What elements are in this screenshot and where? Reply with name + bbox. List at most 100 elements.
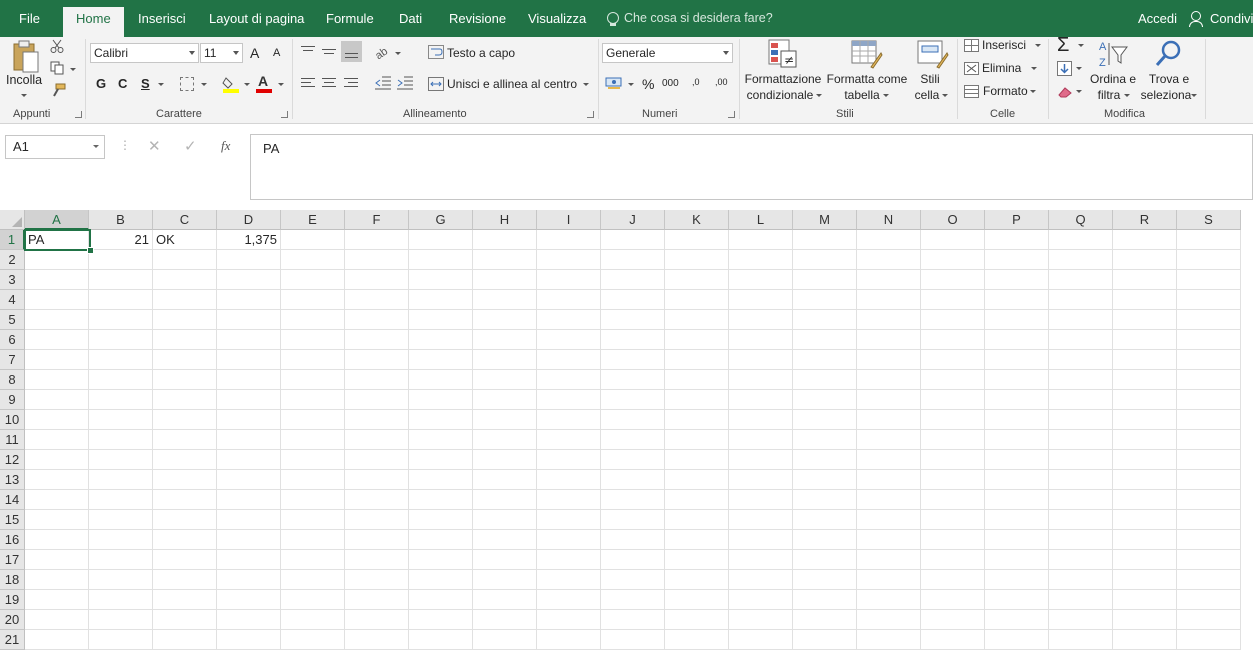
cell-j20[interactable] (601, 610, 665, 630)
cell-b5[interactable] (89, 310, 153, 330)
cell-e12[interactable] (281, 450, 345, 470)
cell-m18[interactable] (793, 570, 857, 590)
wrap-text-button[interactable]: Testo a capo (447, 46, 515, 60)
fill-color-icon[interactable] (222, 75, 240, 93)
cell-o8[interactable] (921, 370, 985, 390)
cell-o21[interactable] (921, 630, 985, 650)
currency-icon[interactable] (605, 76, 623, 90)
cell-o18[interactable] (921, 570, 985, 590)
cell-h6[interactable] (473, 330, 537, 350)
cell-l9[interactable] (729, 390, 793, 410)
cell-l1[interactable] (729, 230, 793, 250)
cell-m12[interactable] (793, 450, 857, 470)
cell-e2[interactable] (281, 250, 345, 270)
cell-p17[interactable] (985, 550, 1049, 570)
cell-r11[interactable] (1113, 430, 1177, 450)
conditional-formatting-label[interactable]: condizionale (744, 88, 816, 102)
cell-p8[interactable] (985, 370, 1049, 390)
cell-d13[interactable] (217, 470, 281, 490)
cell-j18[interactable] (601, 570, 665, 590)
cell-q5[interactable] (1049, 310, 1113, 330)
cell-b16[interactable] (89, 530, 153, 550)
cell-s8[interactable] (1177, 370, 1241, 390)
cell-b12[interactable] (89, 450, 153, 470)
cell-e9[interactable] (281, 390, 345, 410)
cell-a6[interactable] (25, 330, 89, 350)
cell-n19[interactable] (857, 590, 921, 610)
decrease-indent-icon[interactable] (375, 76, 391, 90)
cell-q12[interactable] (1049, 450, 1113, 470)
cell-g6[interactable] (409, 330, 473, 350)
align-top-icon[interactable] (301, 45, 315, 57)
enter-icon[interactable]: ✓ (184, 137, 197, 155)
column-header-s[interactable]: S (1177, 210, 1241, 230)
cell-c14[interactable] (153, 490, 217, 510)
cell-r13[interactable] (1113, 470, 1177, 490)
cell-s21[interactable] (1177, 630, 1241, 650)
cell-d5[interactable] (217, 310, 281, 330)
cell-p16[interactable] (985, 530, 1049, 550)
cell-c6[interactable] (153, 330, 217, 350)
cell-h2[interactable] (473, 250, 537, 270)
cell-p10[interactable] (985, 410, 1049, 430)
cell-m11[interactable] (793, 430, 857, 450)
cell-g13[interactable] (409, 470, 473, 490)
cell-h8[interactable] (473, 370, 537, 390)
column-header-e[interactable]: E (281, 210, 345, 230)
chevron-down-icon[interactable] (942, 94, 948, 97)
cell-r4[interactable] (1113, 290, 1177, 310)
cell-h1[interactable] (473, 230, 537, 250)
row-header-2[interactable]: 2 (0, 250, 25, 270)
paste-button[interactable]: Incolla (6, 73, 42, 87)
row-header-3[interactable]: 3 (0, 270, 25, 290)
cell-h3[interactable] (473, 270, 537, 290)
cell-o1[interactable] (921, 230, 985, 250)
cell-f11[interactable] (345, 430, 409, 450)
cell-d2[interactable] (217, 250, 281, 270)
cell-m19[interactable] (793, 590, 857, 610)
row-header-17[interactable]: 17 (0, 550, 25, 570)
cell-r19[interactable] (1113, 590, 1177, 610)
cell-k5[interactable] (665, 310, 729, 330)
cell-r21[interactable] (1113, 630, 1177, 650)
column-header-b[interactable]: B (89, 210, 153, 230)
cell-r5[interactable] (1113, 310, 1177, 330)
cell-b21[interactable] (89, 630, 153, 650)
cell-j10[interactable] (601, 410, 665, 430)
cell-g21[interactable] (409, 630, 473, 650)
grow-font-button[interactable]: A (250, 45, 259, 61)
cell-e5[interactable] (281, 310, 345, 330)
cell-g14[interactable] (409, 490, 473, 510)
row-header-5[interactable]: 5 (0, 310, 25, 330)
row-header-15[interactable]: 15 (0, 510, 25, 530)
cell-r18[interactable] (1113, 570, 1177, 590)
cell-i20[interactable] (537, 610, 601, 630)
cell-a18[interactable] (25, 570, 89, 590)
cell-a4[interactable] (25, 290, 89, 310)
shrink-font-button[interactable]: A (273, 47, 280, 59)
cell-k10[interactable] (665, 410, 729, 430)
cell-i1[interactable] (537, 230, 601, 250)
cell-q9[interactable] (1049, 390, 1113, 410)
cell-c5[interactable] (153, 310, 217, 330)
delete-cells-button[interactable]: Elimina (982, 61, 1021, 75)
cell-h9[interactable] (473, 390, 537, 410)
font-color-button[interactable]: A (258, 73, 268, 89)
cell-a10[interactable] (25, 410, 89, 430)
cell-h11[interactable] (473, 430, 537, 450)
cell-c4[interactable] (153, 290, 217, 310)
cell-l14[interactable] (729, 490, 793, 510)
tab-view[interactable]: Visualizza (528, 7, 586, 33)
drag-handle-icon[interactable]: ⋮ (119, 138, 131, 152)
chevron-down-icon[interactable] (1191, 94, 1197, 97)
cell-s17[interactable] (1177, 550, 1241, 570)
cell-i14[interactable] (537, 490, 601, 510)
cell-l12[interactable] (729, 450, 793, 470)
cell-a7[interactable] (25, 350, 89, 370)
cell-s10[interactable] (1177, 410, 1241, 430)
cell-a21[interactable] (25, 630, 89, 650)
delete-cells-icon[interactable] (964, 62, 979, 75)
cell-g7[interactable] (409, 350, 473, 370)
cell-r3[interactable] (1113, 270, 1177, 290)
cell-j21[interactable] (601, 630, 665, 650)
